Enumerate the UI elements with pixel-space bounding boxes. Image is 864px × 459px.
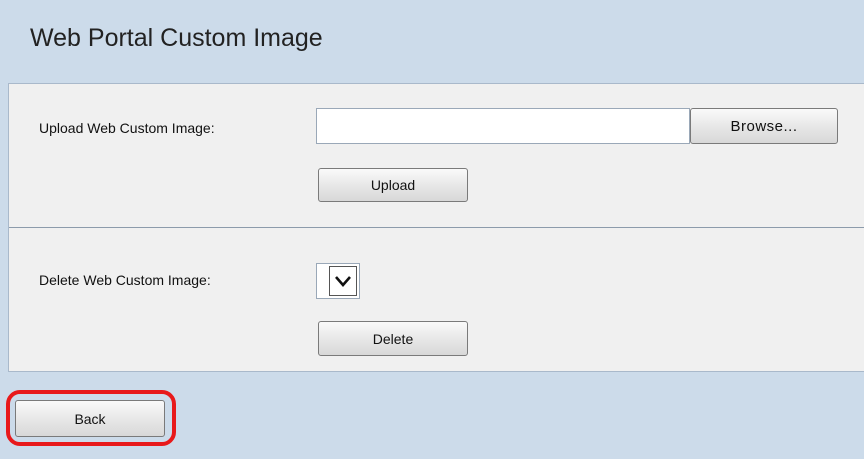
delete-image-select[interactable] xyxy=(316,263,360,299)
delete-image-label: Delete Web Custom Image: xyxy=(39,272,211,288)
back-button[interactable]: Back xyxy=(15,400,165,437)
browse-button[interactable]: Browse... xyxy=(690,108,838,144)
upload-image-label: Upload Web Custom Image: xyxy=(39,120,215,136)
upload-button[interactable]: Upload xyxy=(318,168,468,202)
dropdown-arrow-button[interactable] xyxy=(329,266,357,296)
chevron-down-icon xyxy=(335,276,351,287)
settings-panel: Upload Web Custom Image: Browse... Uploa… xyxy=(8,83,864,372)
section-divider xyxy=(9,227,864,228)
page-frame: Web Portal Custom Image Upload Web Custo… xyxy=(0,0,864,459)
page-title: Web Portal Custom Image xyxy=(30,24,323,52)
upload-file-input[interactable] xyxy=(316,108,690,144)
delete-button[interactable]: Delete xyxy=(318,321,468,356)
